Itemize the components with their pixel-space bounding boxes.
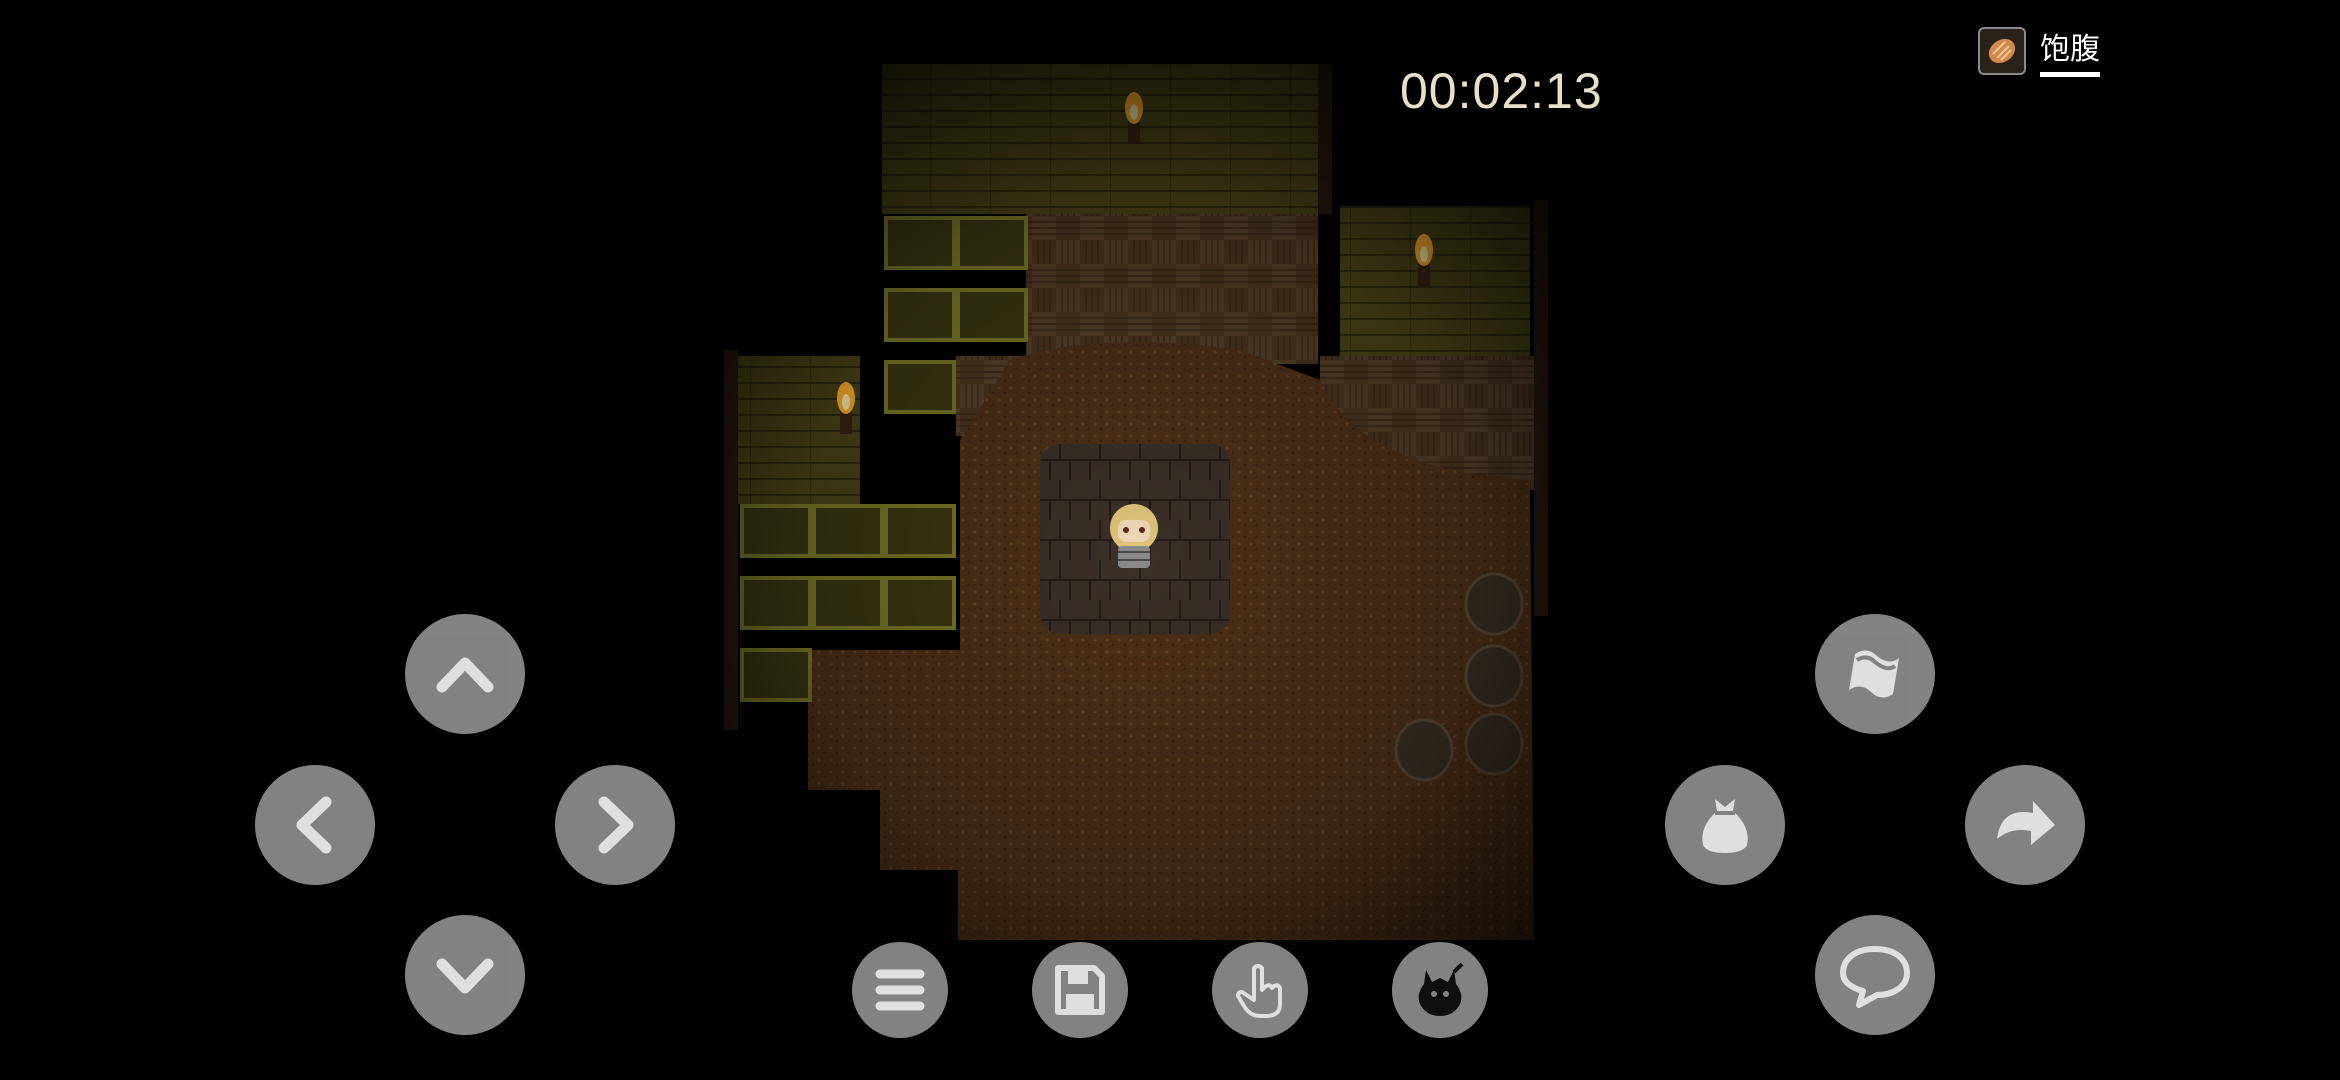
status-satiety: 饱腹 [1978,24,2100,77]
map-scroll-icon [1849,650,1899,698]
map-button[interactable] [1815,614,1935,734]
bag-icon [1702,799,1748,853]
dpad-right-button[interactable] [555,765,675,885]
interact-button[interactable] [1212,942,1308,1038]
talk-button[interactable] [1815,915,1935,1035]
game-map [0,0,2340,1080]
dpad-down-button[interactable] [405,915,525,1035]
dpad-left-button[interactable] [255,765,375,885]
chevron-down-icon [436,958,494,994]
chevron-up-icon [436,657,494,693]
skip-button[interactable] [1965,765,2085,885]
save-button[interactable] [1032,942,1128,1038]
menu-button[interactable] [852,942,948,1038]
monster-button[interactable] [1392,942,1488,1038]
bread-icon [1978,26,2026,75]
speech-bubble-icon [1840,946,1910,1008]
save-icon [1055,965,1105,1015]
dpad-up-button[interactable] [405,614,525,734]
chevron-left-icon [296,796,332,854]
inventory-button[interactable] [1665,765,1785,885]
monster-icon [1418,962,1464,1016]
hand-pointer-icon [1236,964,1282,1018]
chevron-right-icon [598,796,634,854]
menu-icon [875,969,925,1011]
redo-arrow-icon [1997,801,2055,845]
play-timer: 00:02:13 [1400,63,1603,119]
status-label: 饱腹 [2040,24,2100,77]
